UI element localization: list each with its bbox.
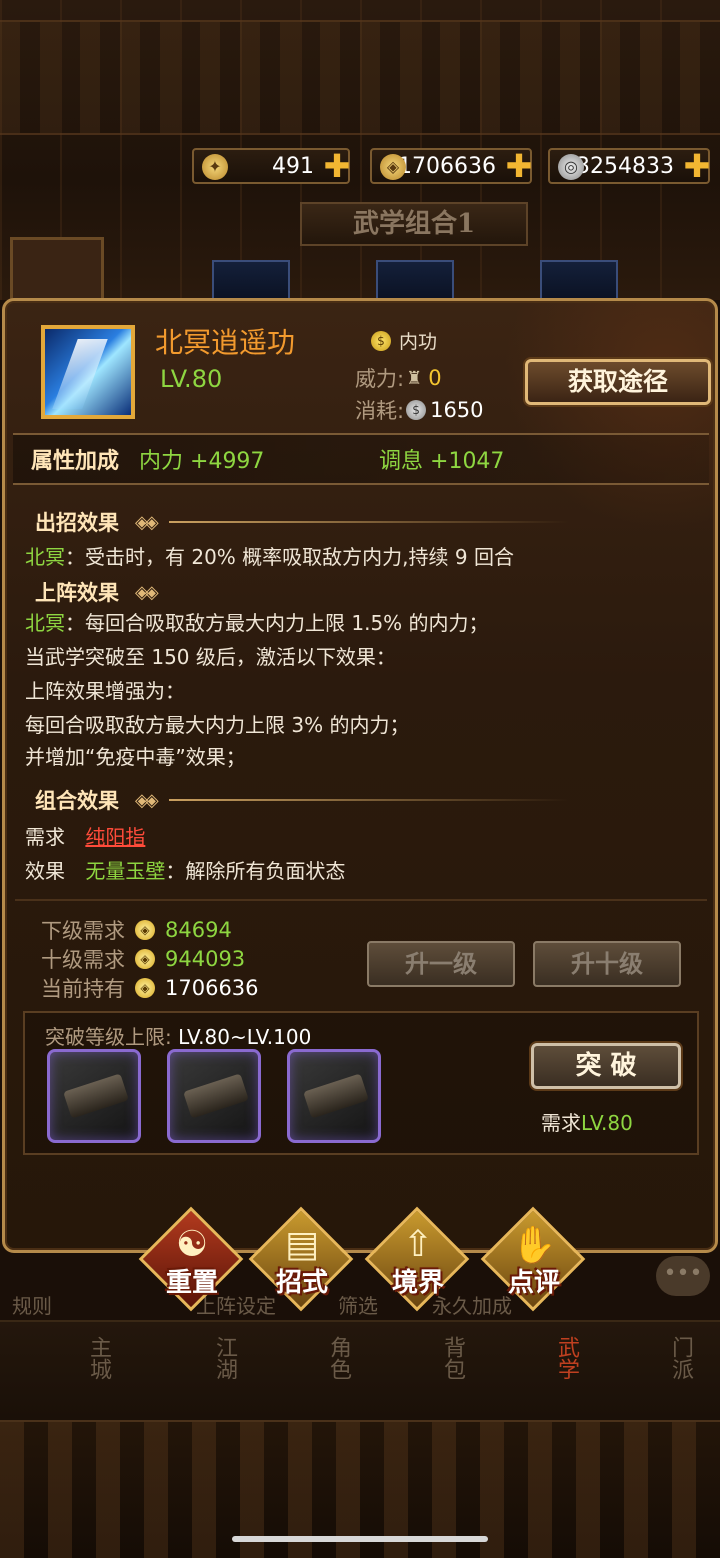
current-holding: 当前持有 ◈ 1706636 xyxy=(41,976,259,1001)
silver-coin-icon: ◎ xyxy=(558,154,584,180)
breakthrough-title: 突破等级上限: LV.80~LV.100 xyxy=(45,1025,312,1049)
deploy-effect-title: 上阵效果 xyxy=(35,580,119,605)
power-label: 威力: xyxy=(355,367,405,391)
nav-jianghu[interactable]: 江湖 xyxy=(130,1336,240,1416)
power-row: 威力: ♜ 0 xyxy=(355,363,442,393)
breakthrough-material-1[interactable] xyxy=(47,1049,141,1143)
breakthrough-button[interactable]: 突 破 xyxy=(531,1043,681,1089)
attribute-label: 属性加成 xyxy=(31,448,120,474)
attack-effect-title: 出招效果 xyxy=(35,510,119,535)
breakthrough-requirement: 需求LV.80 xyxy=(541,1111,633,1135)
attack-effect-header: 出招效果 ◈◈ xyxy=(35,507,569,537)
silver-value: 3254833 xyxy=(576,153,674,179)
combo-title: 武学组合1 xyxy=(300,202,528,246)
nav-bag[interactable]: 背包 xyxy=(358,1336,468,1416)
deploy-effect-line5: 并增加“免疫中毒”效果； xyxy=(25,745,246,769)
gold-coin-icon: ◈ xyxy=(135,920,155,940)
add-gold-icon[interactable]: ✚ xyxy=(504,150,534,182)
combo-require-row: 需求 纯阳指 xyxy=(25,825,146,849)
combo-effect-title: 组合效果 xyxy=(35,788,119,813)
type-coin-icon: $ xyxy=(371,330,391,351)
bottom-nav: 主城 江湖 角色 背包 武学 门派 xyxy=(0,1320,720,1420)
gold-coin-icon: ◈ xyxy=(380,154,406,180)
chat-icon[interactable]: ••• xyxy=(656,1256,710,1296)
divider xyxy=(15,899,707,901)
scroll-icon: ▤ xyxy=(284,1224,319,1265)
combo-effect-row: 效果 无量玉壁：解除所有负面状态 xyxy=(25,859,346,883)
cost-row: 消耗: $ 1650 xyxy=(355,395,484,425)
gold-value: 1706636 xyxy=(398,153,496,179)
deploy-effect-line1: 北冥：每回合吸取敌方最大内力上限 1.5% 的内力； xyxy=(25,611,489,635)
combo-slot-3 xyxy=(540,260,618,300)
skill-name: 北冥逍遥功 xyxy=(155,326,296,359)
combo-require-link[interactable]: 纯阳指 xyxy=(85,825,145,849)
deploy-effect-line3: 上阵效果增强为： xyxy=(25,679,185,703)
attack-effect-text: 北冥：受击时，有 20% 概率吸取敌方内力,持续 9 回合 xyxy=(25,545,514,569)
nav-city[interactable]: 主城 xyxy=(4,1336,114,1416)
home-indicator[interactable] xyxy=(232,1536,488,1542)
combo-slot-2 xyxy=(376,260,454,300)
ten-level-cost: 十级需求 ◈ 944093 xyxy=(41,947,246,972)
gold-coin-icon: ◈ xyxy=(135,949,155,969)
realm-button[interactable]: ⇧ 境界 xyxy=(364,1206,470,1316)
obtain-route-button[interactable]: 获取途径 xyxy=(525,359,711,405)
deploy-effect-line4: 每回合吸取敌方最大内力上限 3% 的内力； xyxy=(25,713,410,737)
top-decor-band xyxy=(0,20,720,135)
rules-label[interactable]: 规则 xyxy=(12,1290,52,1319)
silver-currency[interactable]: ◎ 3254833 ✚ xyxy=(548,148,710,184)
cost-value: 1650 xyxy=(430,398,484,422)
stamina-value: 491 xyxy=(272,153,314,179)
next-level-cost: 下级需求 ◈ 84694 xyxy=(41,918,232,943)
left-decor-badge xyxy=(10,237,104,301)
cost-label: 消耗: xyxy=(355,399,405,423)
upgrade-one-button[interactable]: 升一级 xyxy=(367,941,515,987)
thumbs-up-icon: ✋ xyxy=(511,1225,557,1266)
moves-button[interactable]: ▤ 招式 xyxy=(248,1206,354,1316)
upgrade-ten-button[interactable]: 升十级 xyxy=(533,941,681,987)
breakthrough-material-2[interactable] xyxy=(167,1049,261,1143)
chevron-double-icon: ◈◈ xyxy=(135,511,159,533)
nav-sect[interactable]: 门派 xyxy=(586,1336,696,1416)
add-silver-icon[interactable]: ✚ xyxy=(682,150,712,182)
attribute-stat-tiaoxi: 调息 +1047 xyxy=(379,449,505,474)
review-button[interactable]: ✋ 点评 xyxy=(480,1206,586,1316)
up-arrow-icon: ⇧ xyxy=(402,1224,434,1265)
add-stamina-icon[interactable]: ✚ xyxy=(322,150,352,182)
skill-type-label: 内功 xyxy=(399,331,438,353)
chevron-double-icon: ◈◈ xyxy=(135,789,159,811)
combo-effect-header: 组合效果 ◈◈ xyxy=(35,785,569,815)
yin-yang-icon: ☯ xyxy=(175,1224,209,1265)
skill-detail-panel: 北冥逍遥功 LV.80 $ 内功 威力: ♜ 0 消耗: $ 1650 获取途径… xyxy=(2,298,718,1253)
stamina-currency[interactable]: ✦ 491 ✚ xyxy=(192,148,350,184)
combo-slot-1 xyxy=(212,260,290,300)
nav-wuxue[interactable]: 武学 xyxy=(472,1336,582,1416)
nav-role[interactable]: 角色 xyxy=(244,1336,354,1416)
breakthrough-material-3[interactable] xyxy=(287,1049,381,1143)
attribute-bonus-bar: 属性加成 内力 +4997 调息 +1047 xyxy=(13,433,709,485)
attribute-stat-neili: 内力 +4997 xyxy=(139,449,265,474)
reset-button[interactable]: ☯ 重置 xyxy=(138,1206,244,1316)
power-icon: ♜ xyxy=(406,367,423,389)
gold-coin-icon: ◈ xyxy=(135,978,155,998)
skill-level: LV.80 xyxy=(160,365,223,393)
power-value: 0 xyxy=(428,366,442,390)
skill-icon xyxy=(41,325,135,419)
deploy-effect-header: 上阵效果 ◈◈ xyxy=(35,577,159,607)
stamina-icon: ✦ xyxy=(202,154,228,180)
cost-silver-icon: $ xyxy=(406,400,427,420)
skill-type: $ 内功 xyxy=(371,327,437,354)
gold-currency[interactable]: ◈ 1706636 ✚ xyxy=(370,148,532,184)
chevron-double-icon: ◈◈ xyxy=(135,581,159,603)
deploy-effect-line2: 当武学突破至 150 级后，激活以下效果： xyxy=(25,645,396,669)
